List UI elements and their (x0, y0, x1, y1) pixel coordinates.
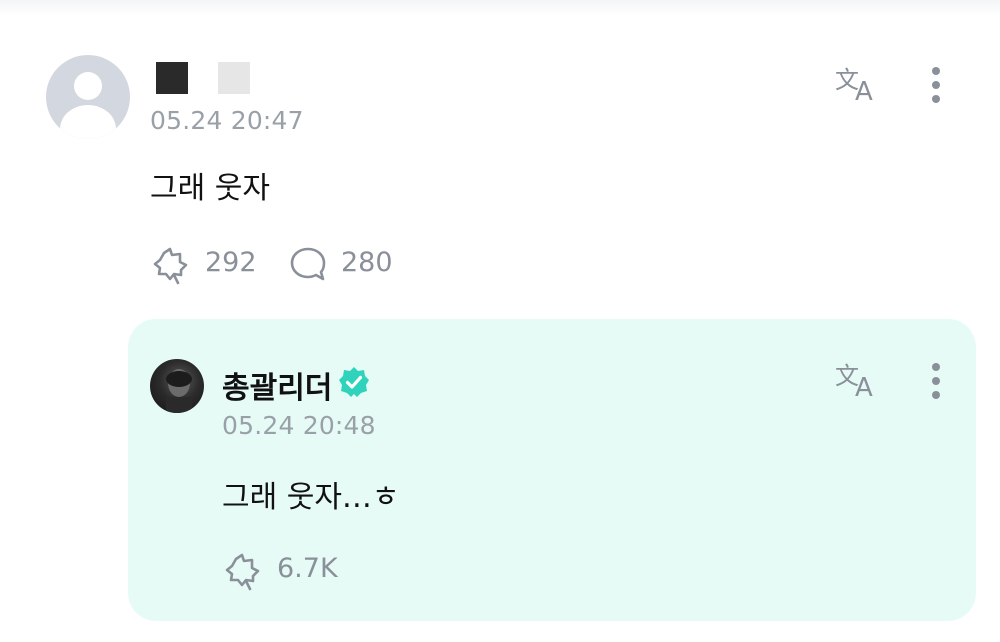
translate-icon[interactable]: 文 A (833, 356, 883, 406)
verified-badge-icon (339, 367, 369, 397)
reply-count: 280 (341, 247, 393, 278)
translate-icon[interactable]: 文 A (833, 60, 883, 110)
redaction-block (156, 62, 188, 94)
like-icon[interactable] (150, 243, 192, 285)
svg-text:A: A (855, 373, 873, 403)
more-vertical-icon[interactable] (911, 60, 961, 110)
reply-text: 그래 웃자…ㅎ (222, 480, 400, 515)
top-fade (0, 0, 1000, 16)
comment-text: 그래 웃자 (150, 171, 270, 206)
like-count: 292 (205, 247, 257, 278)
author-avatar[interactable] (150, 359, 204, 413)
more-vertical-icon[interactable] (911, 356, 961, 406)
like-icon[interactable] (222, 549, 264, 591)
reply-like-count: 6.7K (277, 553, 338, 584)
reply-icon[interactable] (287, 243, 329, 285)
reply-author-name[interactable]: 총괄리더 (222, 363, 332, 407)
redaction-block (218, 62, 250, 94)
reply-timestamp: 05.24 20:48 (222, 411, 376, 440)
comment-timestamp: 05.24 20:47 (150, 106, 304, 135)
avatar-photo (166, 369, 192, 413)
svg-text:A: A (855, 77, 873, 107)
default-avatar[interactable] (46, 55, 130, 139)
